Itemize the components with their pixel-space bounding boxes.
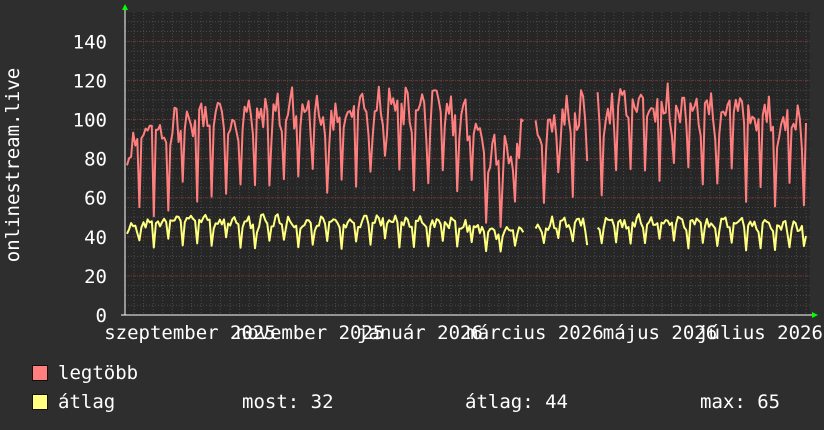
y-tick-label: 100 <box>73 110 107 132</box>
y-axis-arrow <box>122 4 128 10</box>
y-tick-label: 20 <box>84 266 107 288</box>
y-tick-label: 40 <box>84 227 107 249</box>
legend-label-max: legtöbb <box>58 362 139 384</box>
stat-now: most: 32 <box>242 391 334 413</box>
y-tick-label: 140 <box>73 31 107 53</box>
legend-item-avg: átlag most: 32 átlag: 44 max: 65 <box>32 391 812 413</box>
x-tick-label: január 2026 <box>357 322 483 344</box>
stat-average: átlag: 44 <box>465 391 568 413</box>
chart: 0 20 40 60 80 100 120 140 onlinestream.live szept… <box>0 0 824 430</box>
legend-label-avg: átlag <box>58 391 116 413</box>
x-axis-arrow <box>812 312 818 318</box>
x-tick-label: március 2026 <box>466 322 603 344</box>
y-tick-label: 120 <box>73 70 107 92</box>
x-tick-label: július 2026 <box>697 322 823 344</box>
y-axis-label: onlinestream.live <box>2 68 24 262</box>
y-tick-label: 80 <box>84 149 107 171</box>
plot-area: 020406080100120140onlinestream.liveszept… <box>2 4 823 344</box>
y-tick-label: 60 <box>84 188 107 210</box>
stat-max: max: 65 <box>700 391 781 413</box>
legend-swatch-avg <box>32 394 48 410</box>
legend-swatch-max <box>32 365 48 381</box>
